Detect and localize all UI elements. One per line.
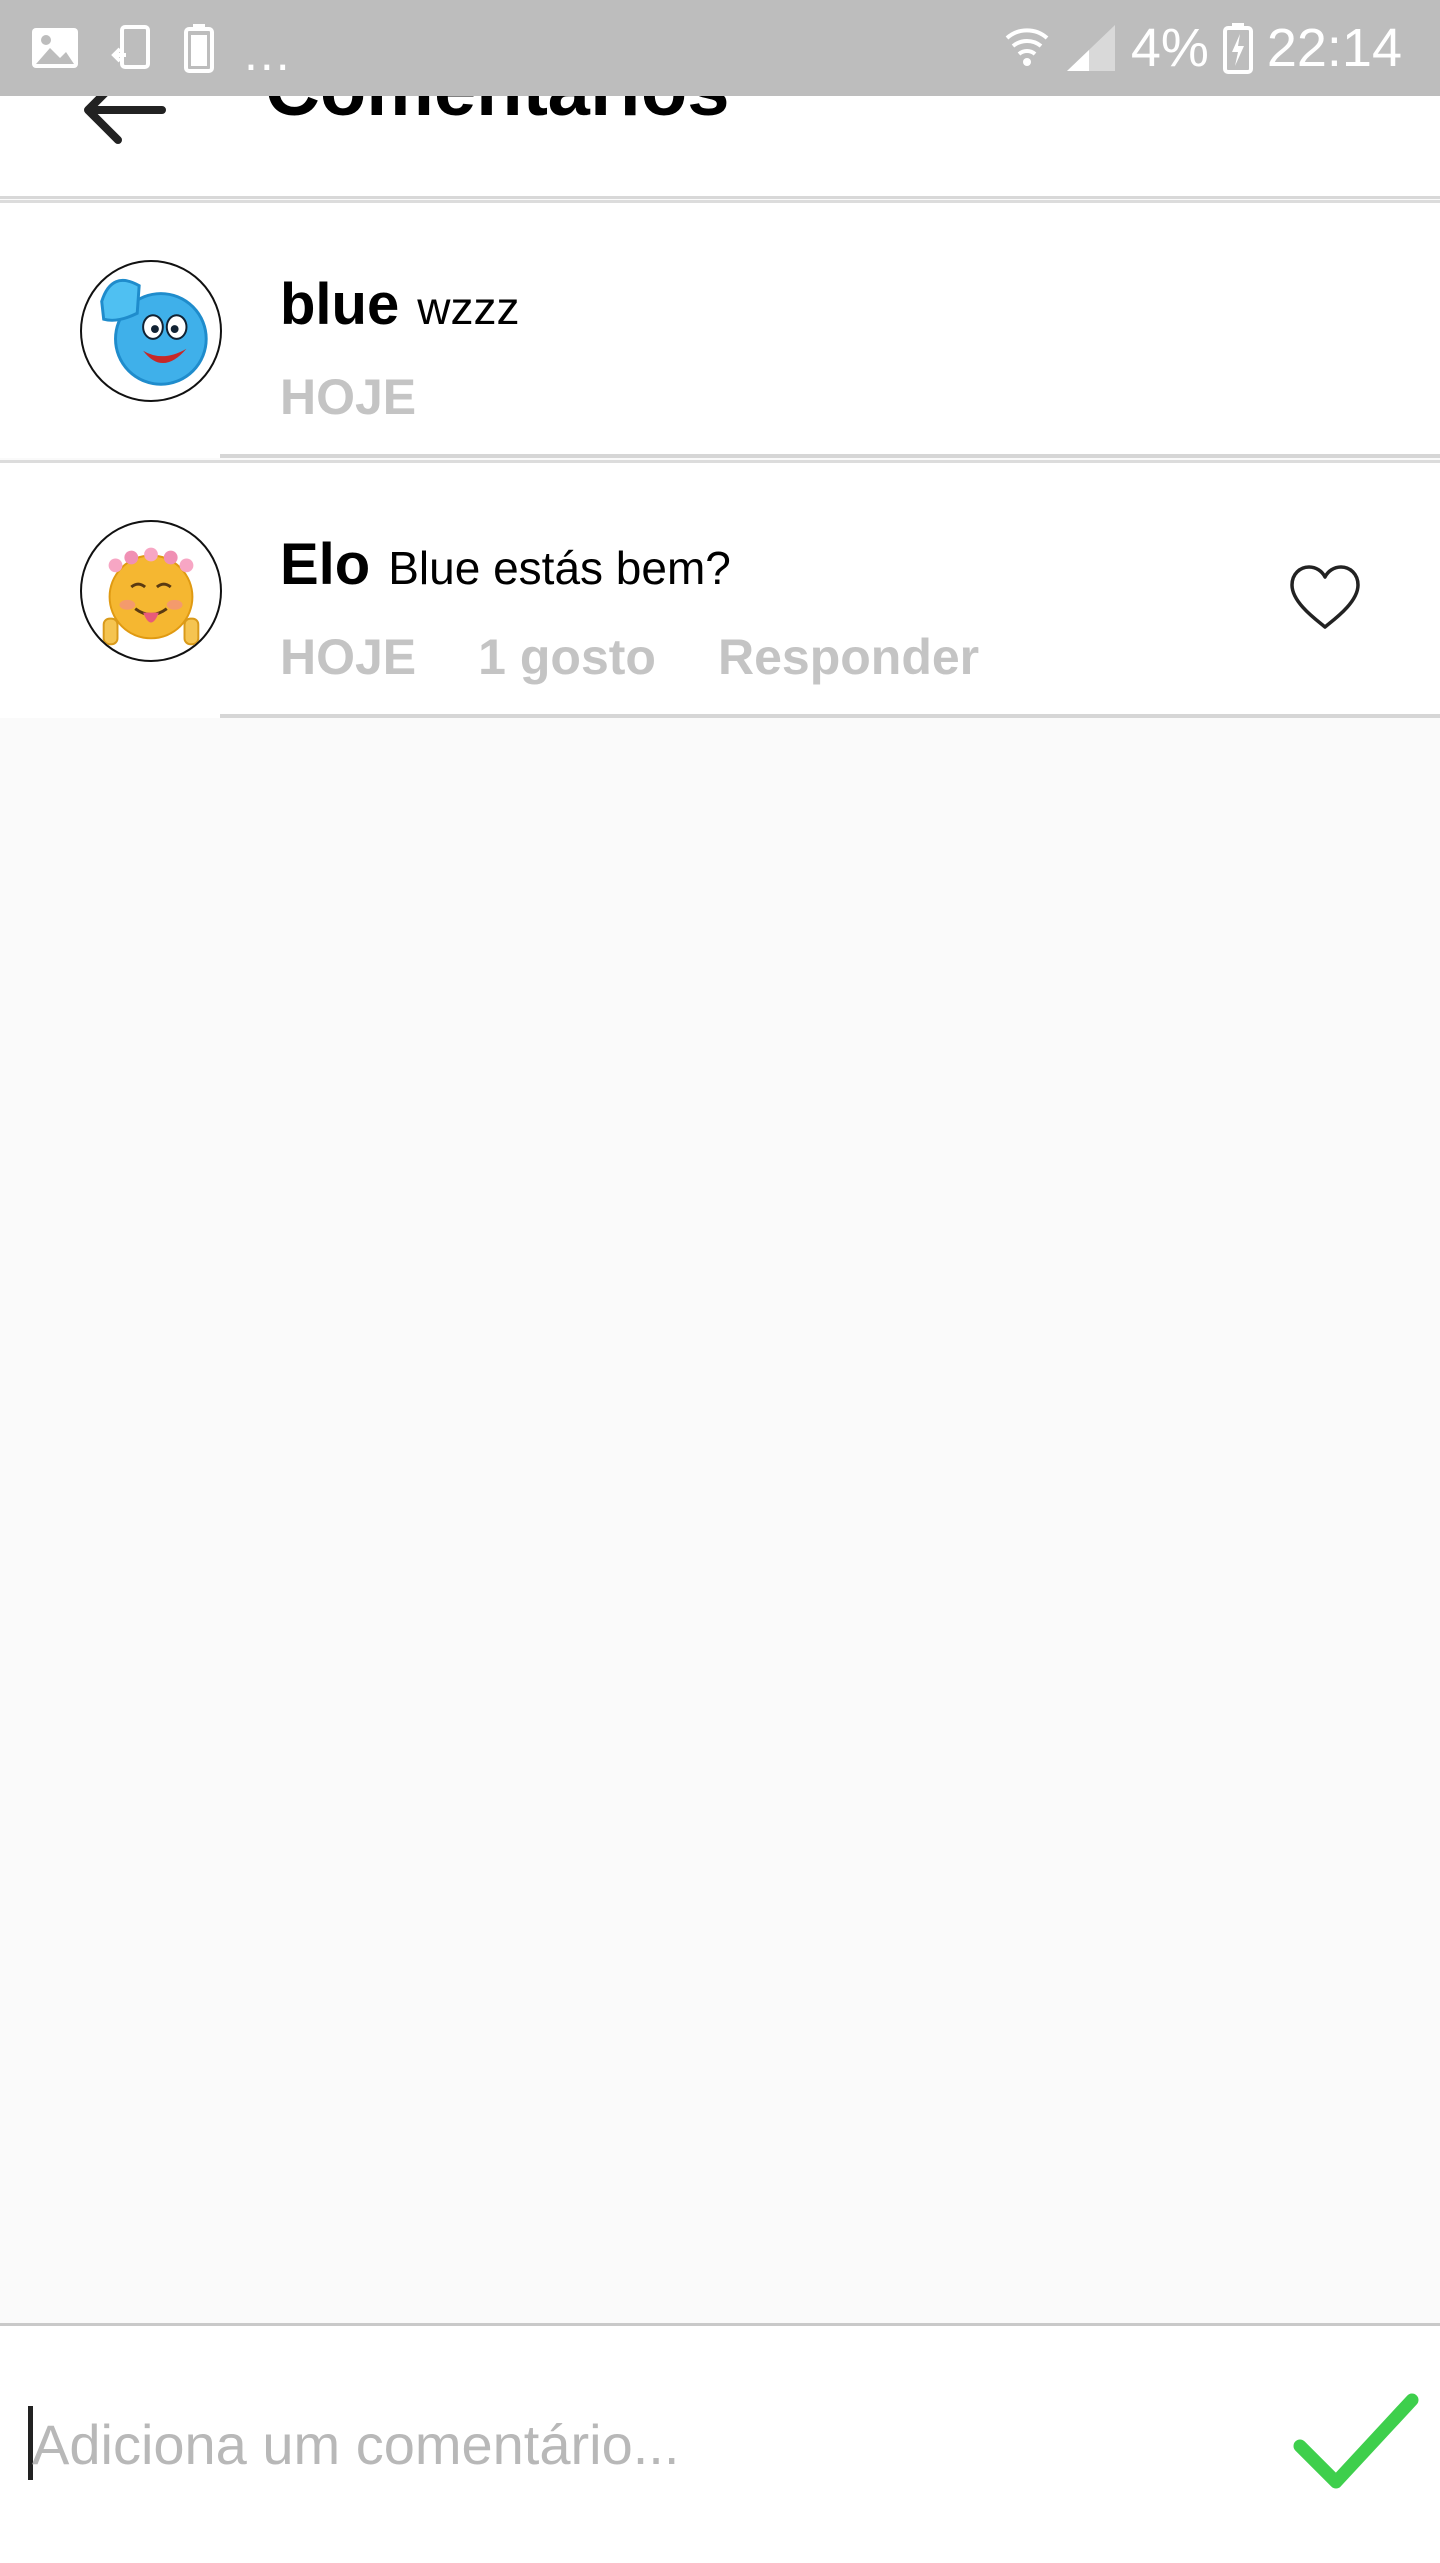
flower-crown-emoji-avatar (102, 547, 200, 646)
avatar[interactable] (80, 520, 222, 662)
charging-battery-icon (1222, 23, 1253, 74)
comment-composer (0, 2323, 1440, 2563)
avatar[interactable] (80, 260, 222, 402)
divider (220, 714, 1440, 718)
comment-time: HOJE (280, 629, 417, 685)
heart-outline-icon[interactable] (1288, 563, 1362, 633)
comment-username[interactable]: blue (280, 272, 399, 337)
signal-icon (1066, 25, 1115, 71)
clock: 22:14 (1266, 18, 1402, 78)
gallery-icon (32, 28, 78, 68)
comment-item[interactable]: Elo Blue estás bem? HOJE 1 gosto Responde… (0, 460, 1440, 718)
likes-count-link[interactable]: 1 gosto (478, 628, 656, 686)
status-bar: ... 4% 22:14 (0, 0, 1440, 96)
blue-smiley-avatar (100, 279, 208, 386)
comment-text: Blue estás bem? (388, 542, 731, 594)
comment-item[interactable]: blue wzzz HOJE (0, 200, 1440, 458)
wifi-icon (1005, 28, 1049, 66)
overflow-dots: ... (244, 25, 292, 81)
comment-time: HOJE (280, 369, 417, 425)
comment-input[interactable] (30, 2398, 1234, 2490)
checkmark-icon[interactable] (1290, 2386, 1420, 2496)
battery-percent: 4% (1130, 18, 1209, 78)
battery-icon (184, 24, 214, 73)
comment-text: wzzz (417, 282, 520, 334)
reply-button[interactable]: Responder (718, 628, 979, 686)
divider (220, 454, 1440, 458)
comment-username[interactable]: Elo (280, 532, 370, 597)
screen-cast-icon (111, 25, 150, 69)
